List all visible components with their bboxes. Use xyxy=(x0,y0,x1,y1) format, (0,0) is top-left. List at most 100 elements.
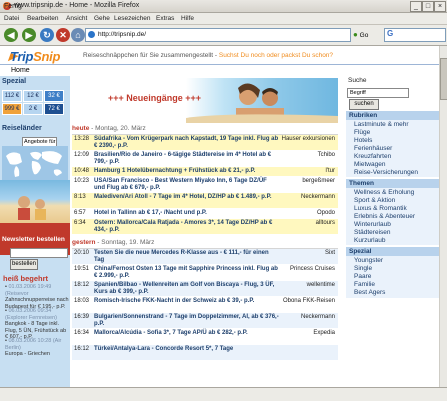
deal-link[interactable]: China/Fernost Osten 13 Tage mit Sapphire… xyxy=(94,266,279,279)
url-text: http://tripsnip.de/ xyxy=(98,31,147,38)
continent-americas-south xyxy=(14,166,20,177)
thema-link[interactable]: Wellness & Erholung xyxy=(354,189,414,196)
spezial-link[interactable]: Single xyxy=(354,265,372,272)
navigation-toolbar: ◀ ▶ ↻ ✕ ⌂ http://tripsnip.de/ ● Go G xyxy=(0,25,447,46)
thema-link[interactable]: Erlebnis & Abenteuer xyxy=(354,213,415,220)
deal-row[interactable]: 12:09 Brasilien/Rio de Janeiro - 6-tägig… xyxy=(72,151,338,166)
menu-gehe[interactable]: Gehe xyxy=(94,14,110,23)
day-date: Montag, 20. März xyxy=(95,125,146,132)
hot-item[interactable]: • 01.03.2006 19:49 (Reisevor Zahnschnuppe… xyxy=(5,284,69,310)
deal-provider: l'tur xyxy=(325,168,335,174)
deal-link[interactable]: Testen Sie die neue Mercedes R-Klasse au… xyxy=(94,250,279,263)
hot-item[interactable]: • 06.03.2006 09:34 (Explorer Fernreisen)… xyxy=(5,308,69,341)
deal-link[interactable]: USA/San Francisco - Best Western Miyako … xyxy=(94,178,279,191)
price-box[interactable]: 999 € xyxy=(2,103,22,115)
menu-hilfe[interactable]: Hilfe xyxy=(181,14,194,23)
spezial-link[interactable]: Best Agers xyxy=(354,289,385,296)
menu-bearbeiten[interactable]: Bearbeiten xyxy=(27,14,58,23)
deal-link[interactable]: Spanien/Bilbao - Wellenreiten am Golf vo… xyxy=(94,282,279,295)
deal-link[interactable]: Romisch-Irische FKK-Nacht in der Schweiz… xyxy=(94,298,279,305)
person-head xyxy=(35,199,45,209)
home-icon[interactable]: ⌂ xyxy=(71,28,85,42)
deal-link[interactable]: Südafrika - Vom Krügerpark nach Kapstadt… xyxy=(94,136,279,149)
menu-ansicht[interactable]: Ansicht xyxy=(66,14,87,23)
menu-datei[interactable]: Datei xyxy=(4,14,19,23)
spezial-link[interactable]: Youngster xyxy=(354,257,383,264)
deal-row[interactable]: 16:39 Bulgarien/Sonnenstrand - 7 Tage im… xyxy=(72,313,338,328)
scrollbar-thumb[interactable] xyxy=(440,58,447,100)
deal-time: 16:12 xyxy=(74,346,90,352)
price-box[interactable]: 2 € xyxy=(23,103,43,115)
rubrik-link[interactable]: Kreuzfahrten xyxy=(354,153,391,160)
search-button[interactable]: suchen xyxy=(349,99,379,110)
deal-row[interactable]: 6:34 Ostern: Mallorca/Cala Ratjada - Amo… xyxy=(72,219,338,234)
deal-link[interactable]: Malediven/Ari Atoll - 7 Tage im 4* Hotel… xyxy=(94,194,279,201)
price-box[interactable]: 72 € xyxy=(44,103,64,115)
thema-link[interactable]: Kurzurlaub xyxy=(354,237,385,244)
url-bar[interactable]: http://tripsnip.de/ xyxy=(85,28,351,42)
deal-link[interactable]: Hotel in Tallinn ab € 17,- /Nacht und p.… xyxy=(94,210,279,217)
deal-link[interactable]: Ostern: Mallorca/Cala Ratjada - Amores 3… xyxy=(94,220,279,233)
deal-time: 16:34 xyxy=(74,330,90,336)
deal-link[interactable]: Bulgarien/Sonnenstrand - 7 Tage im Doppe… xyxy=(94,314,279,327)
thema-link[interactable]: Luxus & Romantik xyxy=(354,205,407,212)
continent-africa xyxy=(31,161,41,175)
spezial-link[interactable]: Paare xyxy=(354,273,371,280)
site-search-input[interactable]: Begriff xyxy=(347,88,409,98)
minimize-button[interactable]: _ xyxy=(410,1,422,12)
tagline-slogan: Suchst Du noch oder packst Du schon? xyxy=(218,52,334,59)
menu-extras[interactable]: Extras xyxy=(156,14,174,23)
back-icon[interactable]: ◀ xyxy=(4,28,18,42)
spezial-link[interactable]: Familie xyxy=(354,281,375,288)
country-select-value: Angebote für xyxy=(24,139,56,145)
deal-link[interactable]: Türkei/Antalya-Lara - Concorde Resort 5*… xyxy=(94,346,279,353)
spezial-title: Spezial xyxy=(2,78,27,85)
rubrik-link[interactable]: Ferienhäuser xyxy=(354,145,392,152)
thema-link[interactable]: Sport & Aktion xyxy=(354,197,395,204)
stop-icon[interactable]: ✕ xyxy=(56,28,70,42)
rubrik-link[interactable]: Lastminute & mehr xyxy=(354,121,409,128)
deal-time: 19:51 xyxy=(74,266,90,272)
rubrik-link[interactable]: Reise-Versicherungen xyxy=(354,169,418,176)
rubrik-link[interactable]: Hotels xyxy=(354,137,372,144)
deal-row[interactable]: 10:48 Hamburg 1 Hotelübernachtung + Früh… xyxy=(72,167,338,176)
deal-row[interactable]: 16:12 Türkei/Antalya-Lara - Concorde Res… xyxy=(72,345,338,360)
go-button[interactable]: ● Go xyxy=(353,29,379,40)
deal-row[interactable]: 6:57 Hotel in Tallinn ab € 17,- /Nacht u… xyxy=(72,209,338,218)
close-button[interactable]: × xyxy=(434,1,446,12)
deal-time: 10:48 xyxy=(74,168,90,174)
price-box[interactable]: 12 € xyxy=(23,90,43,102)
deal-provider: Hauser exkursionen xyxy=(281,136,335,142)
deal-row[interactable]: 20:10 Testen Sie die neue Mercedes R-Kla… xyxy=(72,249,338,264)
deal-link[interactable]: Mallorca/Alcúdia - Sofia 3*, 7 Tage AP/Ü… xyxy=(94,330,279,337)
price-box[interactable]: 112 € xyxy=(2,90,22,102)
thema-link[interactable]: Städtereisen xyxy=(354,229,391,236)
deal-row[interactable]: 10:23 USA/San Francisco - Best Western M… xyxy=(72,177,338,192)
deal-link[interactable]: Brasilien/Rio de Janeiro - 6-tägige Städ… xyxy=(94,152,279,165)
reload-icon[interactable]: ↻ xyxy=(40,28,54,42)
maximize-button[interactable]: □ xyxy=(422,1,434,12)
price-box[interactable]: 32 € xyxy=(44,90,64,102)
newsletter-email-input[interactable] xyxy=(10,248,68,258)
rubrik-link[interactable]: Mietwagen xyxy=(354,161,385,168)
day-label: gestern xyxy=(72,239,96,246)
home-link[interactable]: Home xyxy=(11,67,30,75)
thema-link[interactable]: Winterurlaub xyxy=(354,221,391,228)
newsletter-subscribe-button[interactable]: bestellen xyxy=(10,259,38,270)
menu-lesezeichen[interactable]: Lesezeichen xyxy=(114,14,151,23)
world-map[interactable] xyxy=(2,146,68,180)
deal-row[interactable]: 13:28 Südafrika - Vom Krügerpark nach Ka… xyxy=(72,135,338,150)
forward-icon[interactable]: ▶ xyxy=(22,28,36,42)
hot-item[interactable]: • 08.03.2006 10:28 (Air Berlin) Europa - … xyxy=(5,338,69,358)
site-logo[interactable]: TripSnip xyxy=(10,49,60,64)
deal-row[interactable]: 19:51 China/Fernost Osten 13 Tage mit Sa… xyxy=(72,265,338,280)
deal-row[interactable]: 16:34 Mallorca/Alcúdia - Sofia 3*, 7 Tag… xyxy=(72,329,338,344)
themen-header: Themen xyxy=(346,179,447,188)
deal-row[interactable]: 18:03 Romisch-Irische FKK-Nacht in der S… xyxy=(72,297,338,312)
deal-row[interactable]: 18:12 Spanien/Bilbao - Wellenreiten am G… xyxy=(72,281,338,296)
hot-title: heiß begehrt xyxy=(3,274,49,283)
browser-search-input[interactable]: G xyxy=(384,28,446,42)
deal-link[interactable]: Hamburg 1 Hotelübernachtung + Frühstück … xyxy=(94,168,279,175)
deal-row[interactable]: 8:13 Malediven/Ari Atoll - 7 Tage im 4* … xyxy=(72,193,338,208)
rubrik-link[interactable]: Flüge xyxy=(354,129,370,136)
